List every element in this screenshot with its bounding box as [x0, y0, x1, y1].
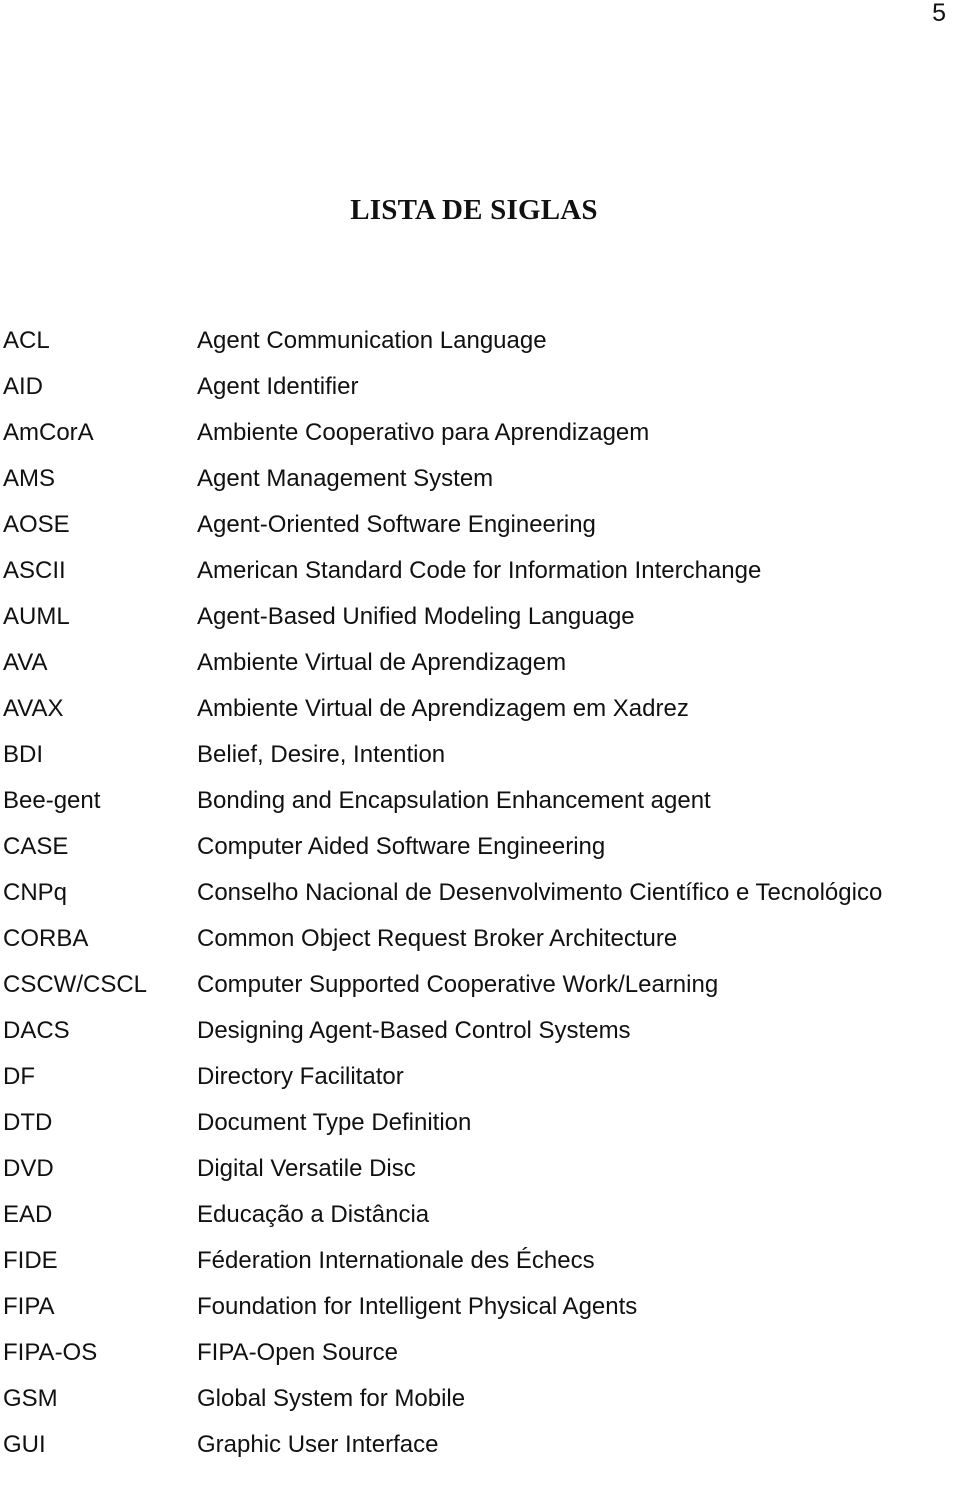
abbreviation-definition: American Standard Code for Information I…	[197, 557, 762, 584]
abbreviation: CSCW/CSCL	[3, 971, 148, 998]
abbreviation-row: GSM Global System for Mobile	[3, 1376, 958, 1422]
abbreviation-row: ASCII American Standard Code for Informat…	[3, 548, 958, 594]
abbreviation: AVAX	[3, 695, 64, 722]
page-number: 5	[932, 0, 946, 27]
abbreviation-row: CASE Computer Aided Software Engineering	[3, 824, 958, 870]
abbreviation-definition: Ambiente Virtual de Aprendizagem	[197, 649, 567, 676]
abbreviation-row: CNPq Conselho Nacional de Desenvolvimento…	[3, 870, 958, 916]
abbreviation-row: CSCW/CSCL Computer Supported Cooperative …	[3, 962, 958, 1008]
abbreviation: FIPA-OS	[3, 1339, 98, 1366]
abbreviation: EAD	[3, 1201, 53, 1228]
abbreviation-row: ACL Agent Communication Language	[3, 318, 958, 364]
abbreviation-definition: Féderation Internationale des Échecs	[197, 1247, 595, 1274]
abbreviation-row: AMS Agent Management System	[3, 456, 958, 502]
abbreviation: AOSE	[3, 511, 70, 538]
abbreviation: ACL	[3, 327, 50, 354]
abbreviation-row: EAD Educação a Distância	[3, 1192, 958, 1238]
abbreviation-definition: Designing Agent-Based Control Systems	[197, 1017, 631, 1044]
abbreviation-row: CORBA Common Object Request Broker Archit…	[3, 916, 958, 962]
abbreviation: AMS	[3, 465, 56, 492]
abbreviation-definition: Global System for Mobile	[197, 1385, 466, 1412]
abbreviation-definition: Common Object Request Broker Architectur…	[197, 925, 678, 952]
abbreviation-definition: Computer Aided Software Engineering	[197, 833, 606, 860]
abbreviation: ASCII	[3, 557, 66, 584]
abbreviation-definition: Belief, Desire, Intention	[197, 741, 446, 768]
abbreviation: DF	[3, 1063, 35, 1090]
abbreviation-definition: Graphic User Interface	[197, 1431, 439, 1458]
abbreviation-row: AVA Ambiente Virtual de Aprendizagem	[3, 640, 958, 686]
abbreviation: CASE	[3, 833, 69, 860]
abbreviation-definition: Bonding and Encapsulation Enhancement ag…	[197, 787, 711, 814]
abbreviation: AUML	[3, 603, 70, 630]
abbreviation: FIDE	[3, 1247, 58, 1274]
abbreviation: DTD	[3, 1109, 53, 1136]
abbreviation: AVA	[3, 649, 48, 676]
abbreviation: FIPA	[3, 1293, 55, 1320]
abbreviation-row: FIPA-OS FIPA-Open Source	[3, 1330, 958, 1376]
abbreviation-list: ACL Agent Communication Language AID Agent …	[3, 318, 958, 1468]
abbreviation: CNPq	[3, 879, 68, 906]
abbreviation-row: AmCorA Ambiente Cooperativo para Aprendiz…	[3, 410, 958, 456]
abbreviation-definition: Agent Management System	[197, 465, 494, 492]
abbreviation-row: DF Directory Facilitator	[3, 1054, 958, 1100]
abbreviation-definition: Foundation for Intelligent Physical Agen…	[197, 1293, 638, 1320]
abbreviation: DACS	[3, 1017, 70, 1044]
abbreviation-row: FIPA Foundation for Intelligent Physical …	[3, 1284, 958, 1330]
abbreviation-definition: Ambiente Virtual de Aprendizagem em Xadr…	[197, 695, 689, 722]
abbreviation-row: BDI Belief, Desire, Intention	[3, 732, 958, 778]
abbreviation-row: AVAX Ambiente Virtual de Aprendizagem em …	[3, 686, 958, 732]
abbreviation-definition: Computer Supported Cooperative Work/Lear…	[197, 971, 719, 998]
abbreviation: GUI	[3, 1431, 46, 1458]
abbreviation-definition: Ambiente Cooperativo para Aprendizagem	[197, 419, 650, 446]
abbreviation-row: Bee-gent Bonding and Encapsulation Enhanc…	[3, 778, 958, 824]
abbreviation-definition: Agent Identifier	[197, 373, 359, 400]
abbreviation-row: AUML Agent-Based Unified Modeling Languag…	[3, 594, 958, 640]
abbreviation: AmCorA	[3, 419, 94, 446]
abbreviation-definition: Digital Versatile Disc	[197, 1155, 416, 1182]
abbreviation-definition: Document Type Definition	[197, 1109, 472, 1136]
abbreviation: CORBA	[3, 925, 89, 952]
abbreviation: DVD	[3, 1155, 54, 1182]
abbreviation-definition: Agent-Oriented Software Engineering	[197, 511, 596, 538]
abbreviation-definition: Agent-Based Unified Modeling Language	[197, 603, 635, 630]
abbreviation-definition: Conselho Nacional de Desenvolvimento Cie…	[197, 879, 883, 906]
abbreviation-row: AID Agent Identifier	[3, 364, 958, 410]
abbreviation-row: DACS Designing Agent-Based Control System…	[3, 1008, 958, 1054]
page-title: LISTA DE SIGLAS	[350, 194, 598, 226]
abbreviation: GSM	[3, 1385, 58, 1412]
abbreviation-row: FIDE Féderation Internationale des Échecs	[3, 1238, 958, 1284]
abbreviation: BDI	[3, 741, 44, 768]
abbreviation-definition: Directory Facilitator	[197, 1063, 404, 1090]
abbreviation-definition: FIPA-Open Source	[197, 1339, 398, 1366]
abbreviation-row: DVD Digital Versatile Disc	[3, 1146, 958, 1192]
abbreviation-definition: Agent Communication Language	[197, 327, 547, 354]
abbreviation: Bee-gent	[3, 787, 101, 814]
abbreviation-row: DTD Document Type Definition	[3, 1100, 958, 1146]
abbreviation-row: AOSE Agent-Oriented Software Engineering	[3, 502, 958, 548]
abbreviation-row: GUI Graphic User Interface	[3, 1422, 958, 1468]
abbreviation: AID	[3, 373, 44, 400]
abbreviation-definition: Educação a Distância	[197, 1201, 430, 1228]
